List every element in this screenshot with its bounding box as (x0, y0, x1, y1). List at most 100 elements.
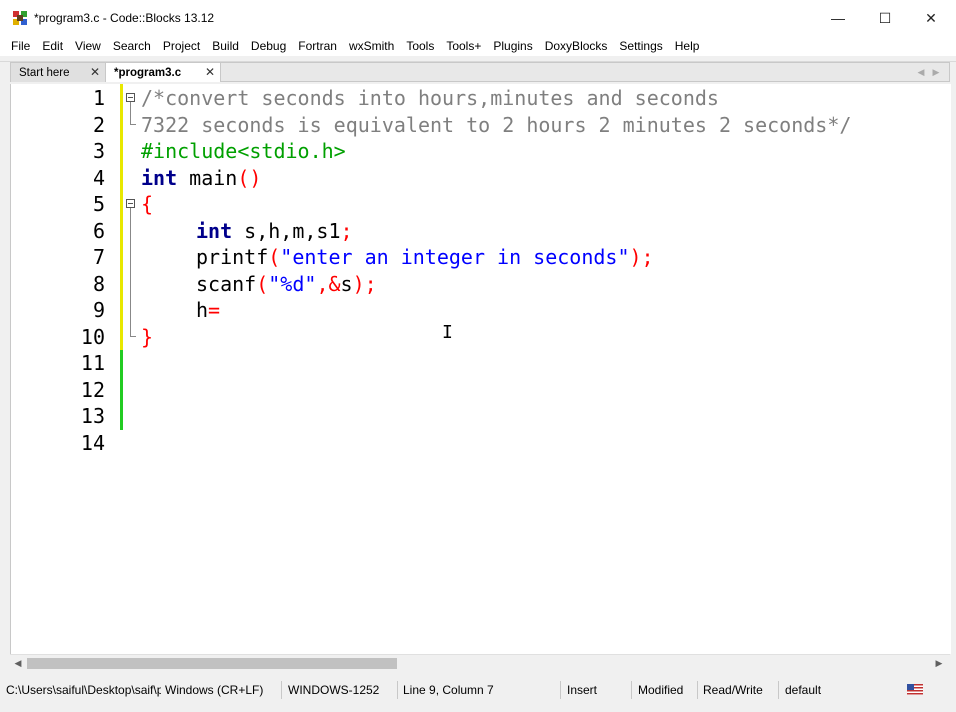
menu-file[interactable]: File (0, 37, 37, 55)
text-cursor-icon: I (442, 322, 453, 343)
menu-bar: File Edit View Search Project Build Debu… (0, 36, 956, 56)
window-title: *program3.c - Code::Blocks 13.12 (34, 11, 215, 25)
tab-scroll-left-icon[interactable]: ◀ (916, 67, 926, 77)
close-button[interactable]: ✕ (908, 0, 954, 36)
tab-label: *program3.c (114, 66, 182, 79)
minimize-button[interactable]: — (815, 0, 861, 36)
brace-text: { (141, 192, 154, 216)
status-encoding: WINDOWS-1252 (288, 683, 380, 697)
menu-debug[interactable]: Debug (246, 37, 293, 55)
scrollbar-thumb[interactable] (27, 658, 397, 669)
editor-tab-bar: Start here ✕ *program3.c ✕ ◀ ▶ (10, 62, 950, 82)
line-number: 9 (92, 298, 105, 322)
close-icon: ✕ (925, 9, 937, 26)
menu-tools[interactable]: Tools (401, 37, 441, 55)
code-line-8: scanf("%d",&s); (196, 272, 377, 296)
status-access: Read/Write (703, 683, 763, 697)
menu-edit[interactable]: Edit (37, 37, 70, 55)
fold-toggle-icon[interactable] (126, 199, 135, 208)
identifier-text: printf (196, 245, 269, 269)
fold-toggle-icon[interactable] (126, 93, 135, 102)
menu-project[interactable]: Project (158, 37, 207, 55)
scroll-right-icon[interactable]: ▶ (932, 657, 946, 670)
menu-doxyblocks[interactable]: DoxyBlocks (540, 37, 615, 55)
line-number: 2 (92, 112, 105, 137)
status-lexer: default (785, 683, 822, 697)
line-number: 6 (92, 218, 105, 243)
code-editor[interactable]: 1 2 3 4 5 6 7 8 9 10 11 12 13 14 /*conve… (10, 84, 951, 654)
identifier-text: scanf (196, 271, 257, 296)
line-number: 4 (92, 165, 105, 190)
status-cursor-position: Line 9, Column 7 (403, 683, 494, 697)
saved-change-marker (120, 84, 123, 350)
tab-scroll-right-icon[interactable]: ▶ (931, 67, 941, 77)
code-line-7: printf("enter an integer in seconds"); (196, 245, 654, 269)
identifier-text: s,h,m,s1 (232, 218, 341, 243)
operator-text: ,& (316, 271, 341, 296)
preprocessor-text: #include<stdio.h> (141, 139, 346, 163)
line-number: 8 (92, 271, 105, 296)
status-line-endings: Windows (CR+LF) (165, 683, 264, 697)
line-number: 1 (92, 86, 105, 110)
string-text: "%d" (268, 271, 317, 296)
menu-settings[interactable]: Settings (614, 37, 669, 55)
maximize-button[interactable]: ☐ (862, 0, 908, 36)
title-bar: *program3.c - Code::Blocks 13.12 — ☐ ✕ (0, 0, 956, 36)
keyword-text: int (196, 218, 233, 243)
maximize-icon: ☐ (878, 9, 892, 26)
code-line-4: int main() (141, 166, 261, 190)
menu-fortran[interactable]: Fortran (293, 37, 344, 55)
line-number: 7 (92, 245, 105, 269)
string-text: "enter an integer in seconds" (280, 245, 630, 269)
operator-text: = (208, 298, 221, 322)
line-number: 3 (92, 139, 105, 163)
fold-end (130, 124, 136, 125)
identifier-text: main (177, 165, 238, 190)
tab-close-icon[interactable]: ✕ (205, 65, 215, 79)
status-separator (778, 681, 779, 699)
menu-help[interactable]: Help (670, 37, 707, 55)
code-line-9: h= (196, 298, 220, 322)
menu-wxsmith[interactable]: wxSmith (344, 37, 401, 55)
line-number: 12 (80, 377, 105, 402)
identifier-text: s (340, 271, 353, 296)
comment-text: /*convert seconds into hours,minutes and… (141, 86, 719, 110)
horizontal-scrollbar[interactable]: ◀ ▶ (10, 654, 950, 671)
us-flag-icon (907, 684, 923, 695)
status-modified: Modified (638, 683, 684, 697)
code-line-2: 7322 seconds is equivalent to 2 hours 2 … (141, 113, 851, 137)
menu-view[interactable]: View (70, 37, 108, 55)
scroll-left-icon[interactable]: ◀ (11, 657, 25, 670)
code-line-6: int s,h,m,s1; (196, 219, 353, 243)
operator-text: ); (352, 271, 377, 296)
tab-start-here[interactable]: Start here ✕ (11, 63, 106, 82)
operator-text: ); (629, 245, 654, 269)
line-number: 13 (80, 404, 105, 428)
line-number-gutter: 1 2 3 4 5 6 7 8 9 10 11 12 13 14 (11, 84, 115, 654)
brace-text: } (141, 324, 154, 349)
menu-tools-plus[interactable]: Tools+ (441, 37, 488, 55)
code-line-5: { (141, 192, 153, 216)
status-separator (697, 681, 698, 699)
tab-close-icon[interactable]: ✕ (90, 65, 100, 79)
tab-label: Start here (19, 66, 70, 79)
line-number: 11 (80, 351, 105, 375)
menu-search[interactable]: Search (108, 37, 158, 55)
status-bar: C:\Users\saiful\Desktop\saif\p Windows (… (0, 678, 956, 702)
codeblocks-window: *program3.c - Code::Blocks 13.12 — ☐ ✕ F… (0, 0, 956, 712)
status-separator (560, 681, 561, 699)
comment-text: 7322 seconds is equivalent to 2 hours 2 … (141, 112, 852, 137)
menu-build[interactable]: Build (207, 37, 246, 55)
codeblocks-icon (13, 11, 27, 25)
code-line-10: } (141, 325, 153, 349)
menu-plugins[interactable]: Plugins (488, 37, 539, 55)
keyword-text: int (141, 165, 178, 190)
operator-text: () (237, 165, 262, 190)
line-number: 5 (92, 192, 105, 216)
status-separator (631, 681, 632, 699)
line-number: 14 (80, 430, 105, 455)
window-bottom-edge (0, 702, 956, 712)
tab-program3[interactable]: *program3.c ✕ (106, 63, 221, 82)
status-file-path: C:\Users\saiful\Desktop\saif\p (6, 683, 161, 697)
code-line-3: #include<stdio.h> (141, 139, 346, 163)
